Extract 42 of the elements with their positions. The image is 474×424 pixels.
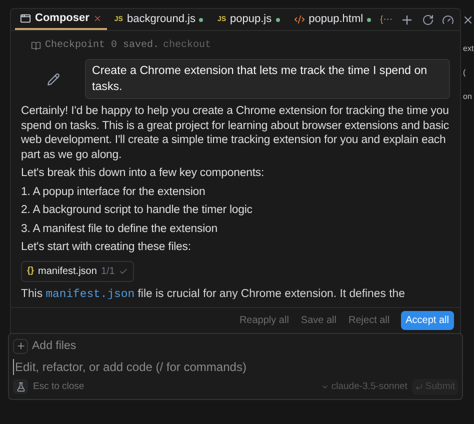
window-icon <box>20 13 31 24</box>
refresh-icon[interactable] <box>422 14 434 26</box>
message-paragraph: Certainly! I'd be happy to help you create a Chrome extension for tracking the time you spend on tasks. This is a great project for learning about browser extensions and basic web development. I'll create a simple time tracking extension for you and explain each part as we go along. <box>21 104 450 162</box>
background-text: ( <box>463 68 467 78</box>
close-tab-icon[interactable] <box>93 14 102 23</box>
checkpoint-text: Checkpoint 0 saved. <box>45 38 160 53</box>
close-icon[interactable] <box>462 14 474 26</box>
message-paragraph: 3. A manifest file to define the extension <box>21 222 219 236</box>
message-paragraph: Let's break this down into a few key components: <box>21 166 266 180</box>
action-button[interactable]: Reapply all <box>238 310 290 330</box>
esc-hint: Esc to close <box>33 380 84 394</box>
background-text: on <box>463 92 473 102</box>
message-paragraph: Let's start with creating these files: <box>21 240 192 254</box>
more-icon[interactable]: ··· <box>383 14 392 24</box>
gauge-icon[interactable] <box>442 14 454 26</box>
flask-icon[interactable] <box>13 379 28 394</box>
plus-icon <box>16 341 26 352</box>
edit-icon[interactable] <box>46 72 60 86</box>
checkpoint-icon <box>31 40 41 50</box>
return-icon <box>415 382 424 391</box>
add-files-label[interactable]: Add files <box>32 338 76 355</box>
action-button[interactable]: Save all <box>300 310 338 330</box>
add-files-button[interactable] <box>13 338 28 354</box>
message-paragraph: This manifest.json file is crucial for any Chrome extension. It defines the <box>21 286 406 298</box>
code-icon <box>294 14 305 25</box>
check-icon <box>118 266 128 276</box>
input-field[interactable]: Edit, refactor, or add code (/ for commands) <box>13 358 458 375</box>
braces-icon: { <box>380 12 384 26</box>
user-message: Create a Chrome extension that lets me track the time I spend on tasks. <box>85 59 450 99</box>
file-chip[interactable]: {} manifest.json 1/1 <box>21 260 134 282</box>
file-name: manifest.json <box>38 264 97 278</box>
plus-icon[interactable] <box>400 12 414 26</box>
change-count: 1/1 <box>100 264 115 278</box>
message-paragraph: 2. A background script to handle the timer logic <box>21 203 254 218</box>
background-text: ext <box>463 44 474 54</box>
json-icon: {} <box>27 264 34 278</box>
action-button[interactable]: Accept all <box>400 310 454 330</box>
tab[interactable]: Composer <box>15 9 108 30</box>
tab[interactable]: popup.html <box>286 9 378 30</box>
checkout-link[interactable]: checkout <box>163 38 212 53</box>
action-button[interactable]: Reject all <box>348 310 391 330</box>
message-paragraph: 1. A popup interface for the extension <box>21 184 206 199</box>
